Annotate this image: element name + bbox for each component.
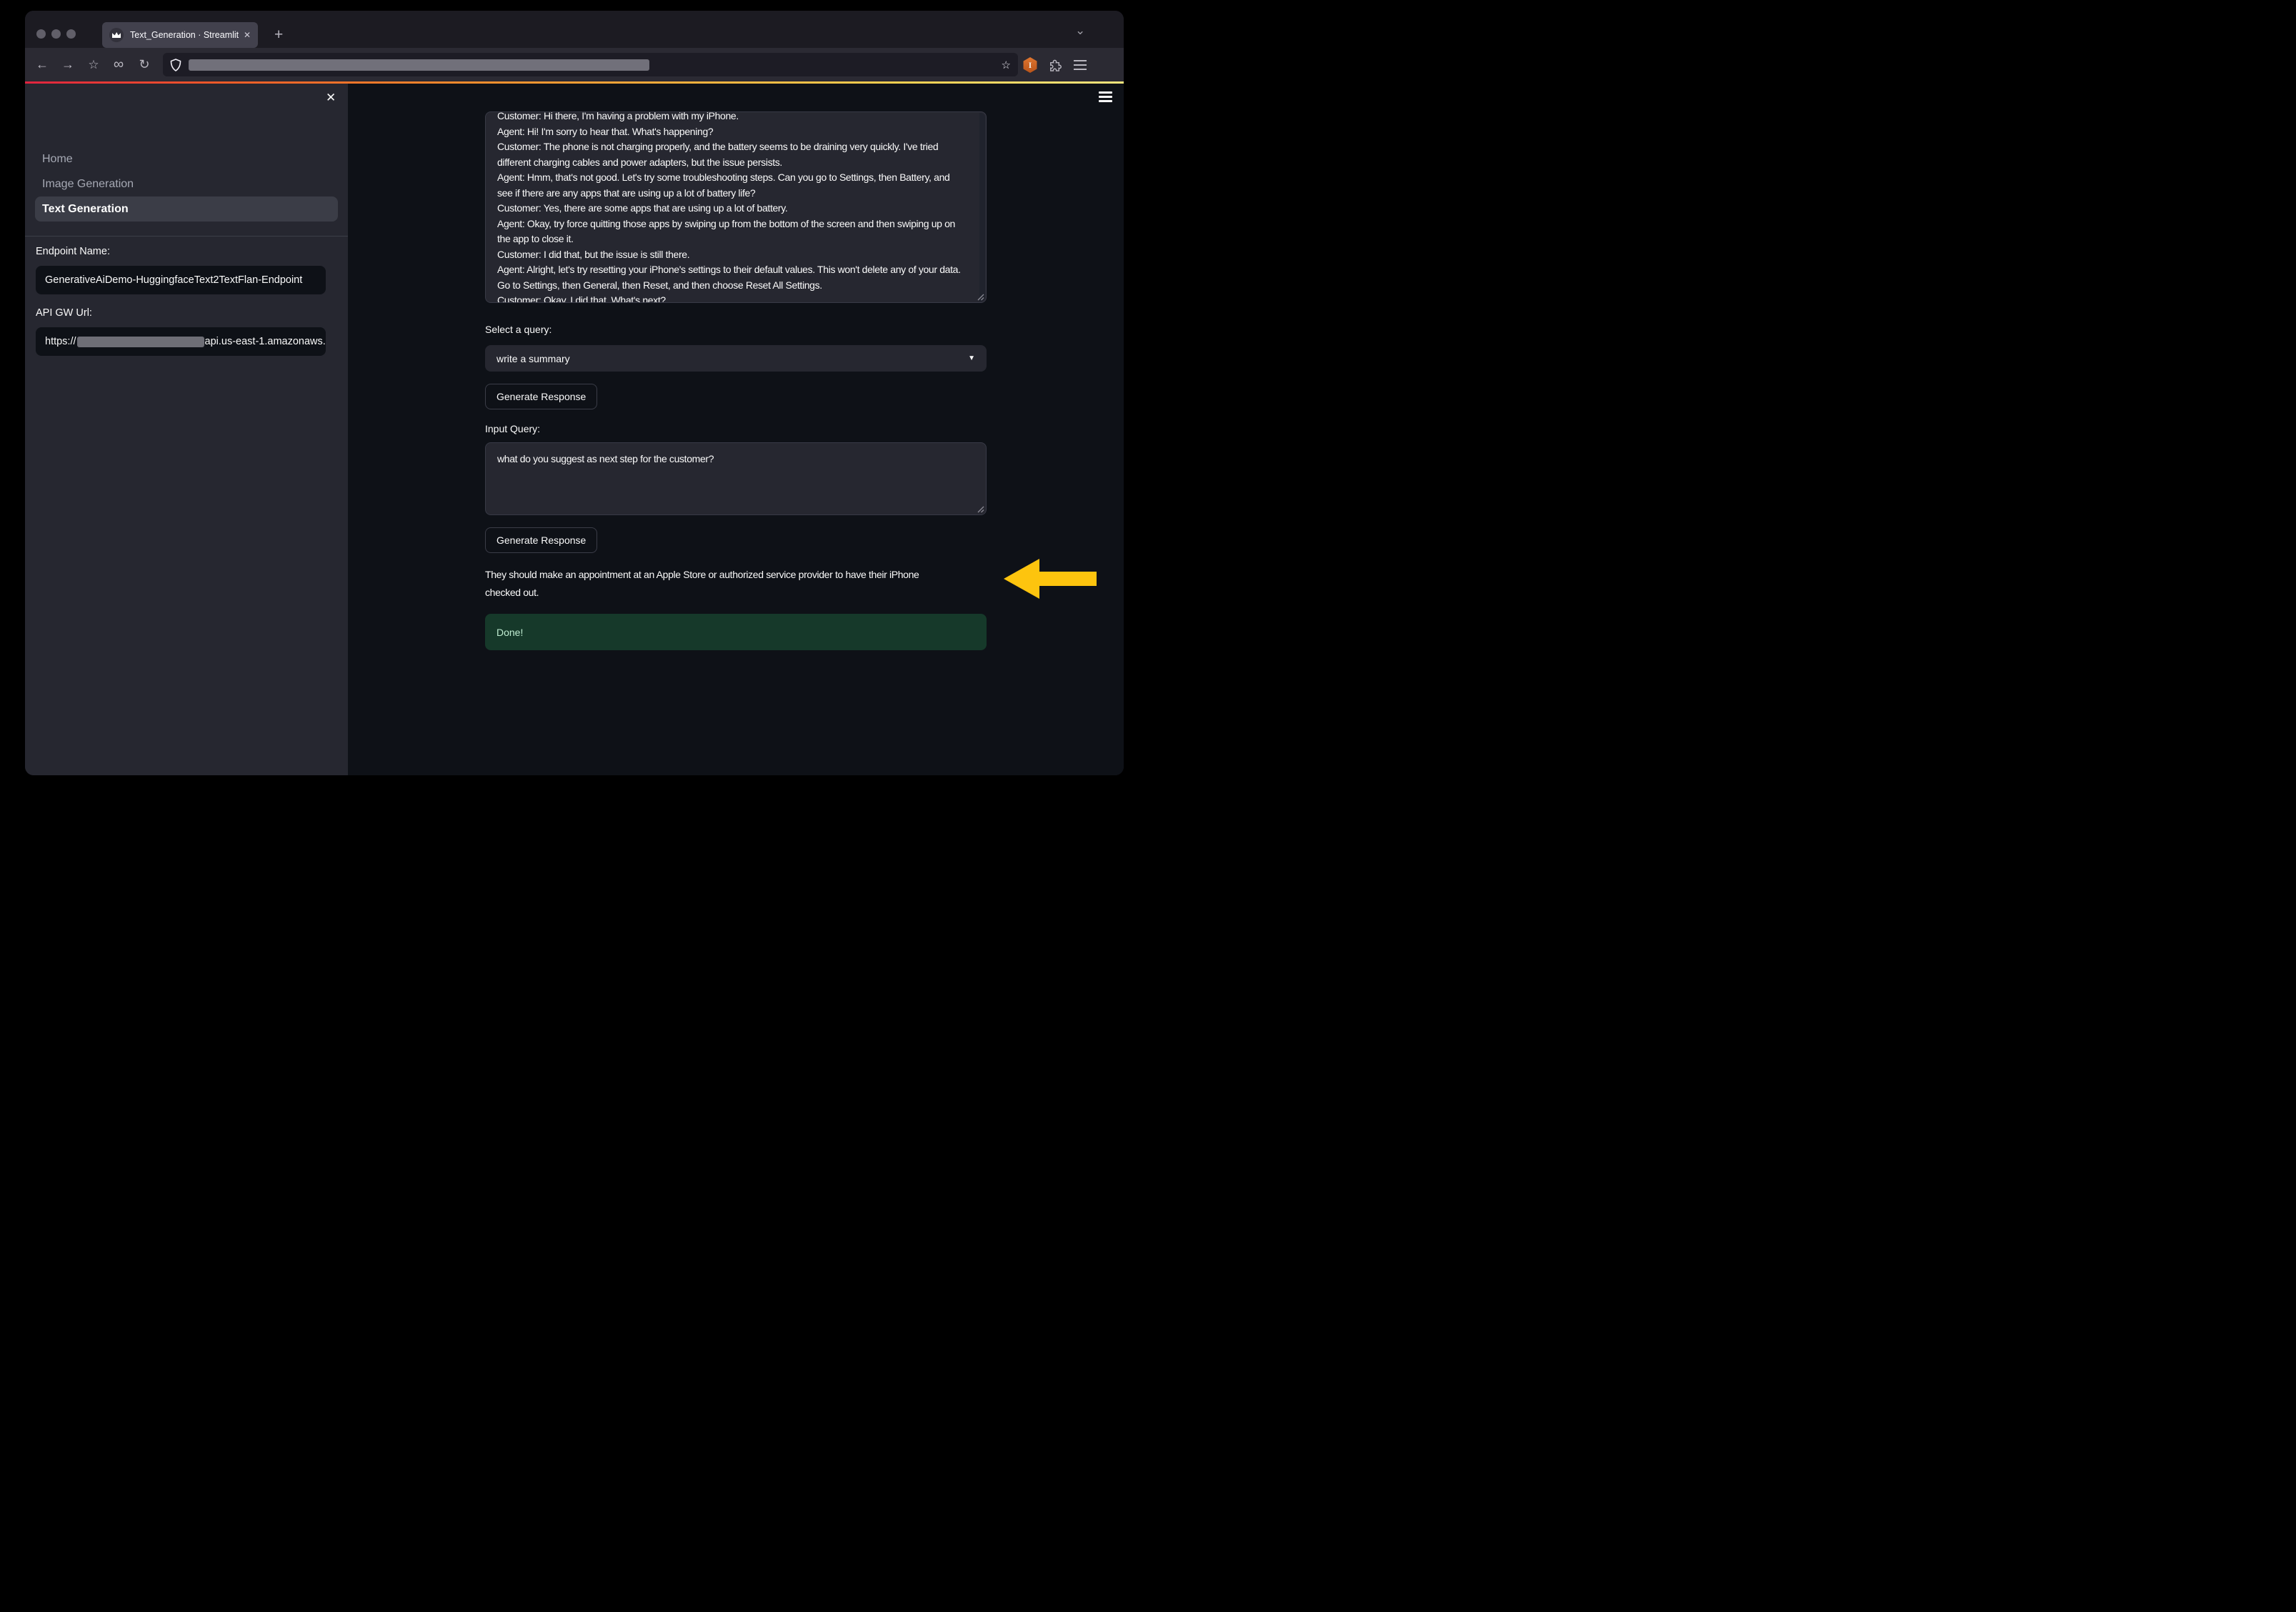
arrow-head xyxy=(1004,559,1039,599)
streamlit-favicon-icon xyxy=(109,28,124,42)
input-query-label: Input Query: xyxy=(485,423,540,434)
api-gw-url-input[interactable]: https:// api.us-east-1.amazonaws.com/p xyxy=(36,327,326,356)
browser-tab[interactable]: Text_Generation · Streamlit ✕ xyxy=(102,22,258,48)
tab-close-icon[interactable]: ✕ xyxy=(244,30,251,40)
api-gw-url-label: API GW Url: xyxy=(36,307,92,319)
chevron-down-icon: ▼ xyxy=(968,354,975,362)
main-content: Customer: Hi there, I'm having a problem… xyxy=(348,84,1124,775)
success-alert: Done! xyxy=(485,614,987,650)
new-tab-button[interactable]: + xyxy=(274,23,283,47)
star-badge-icon[interactable]: ☆ xyxy=(83,48,104,81)
api-gw-url-prefix: https:// xyxy=(45,336,76,347)
input-query-textarea[interactable]: what do you suggest as next step for the… xyxy=(485,442,987,515)
tab-list-chevron-icon[interactable]: ⌄ xyxy=(1075,24,1085,38)
sidebar-nav: Home Image Generation Text Generation xyxy=(35,146,338,222)
resize-grip-icon[interactable] xyxy=(977,505,984,513)
browser-toolbar: ← → ☆ ∞ ↻ ☆ I xyxy=(25,48,1124,81)
success-alert-text: Done! xyxy=(496,627,523,638)
extension-badge-letter: I xyxy=(1029,60,1032,71)
endpoint-name-value: GenerativeAiDemo-HuggingfaceText2TextFla… xyxy=(45,274,302,286)
url-bar[interactable]: ☆ xyxy=(163,53,1018,76)
input-query-value: what do you suggest as next step for the… xyxy=(497,453,986,464)
sidebar-item-image-generation[interactable]: Image Generation xyxy=(35,171,338,196)
browser-tab-bar: Text_Generation · Streamlit ✕ + ⌄ xyxy=(25,11,1124,48)
textarea-scrollbar[interactable] xyxy=(979,113,985,302)
reload-icon[interactable]: ↻ xyxy=(134,48,155,81)
extensions-puzzle-icon[interactable] xyxy=(1044,48,1065,81)
screen: Text_Generation · Streamlit ✕ + ⌄ ← → ☆ … xyxy=(0,0,1148,806)
browser-window: Text_Generation · Streamlit ✕ + ⌄ ← → ☆ … xyxy=(25,11,1124,775)
endpoint-name-label: Endpoint Name: xyxy=(36,246,110,257)
sidebar-divider xyxy=(25,236,348,237)
shield-icon[interactable] xyxy=(170,59,181,71)
streamlit-app: ✕ Home Image Generation Text Generation … xyxy=(25,84,1124,775)
generate-response-button-top[interactable]: Generate Response xyxy=(485,384,597,409)
infinity-extension-icon[interactable]: ∞ xyxy=(108,48,129,81)
generated-response-text: They should make an appointment at an Ap… xyxy=(485,566,957,602)
browser-menu-icon[interactable] xyxy=(1069,48,1091,81)
tab-title: Text_Generation · Streamlit xyxy=(130,30,239,40)
sidebar-item-home[interactable]: Home xyxy=(35,146,338,171)
sidebar: ✕ Home Image Generation Text Generation … xyxy=(25,84,348,775)
back-icon[interactable]: ← xyxy=(31,48,53,81)
conversation-textarea[interactable]: Customer: Hi there, I'm having a problem… xyxy=(485,111,987,303)
streamlit-menu-icon[interactable] xyxy=(1099,91,1112,104)
traffic-light-minimize[interactable] xyxy=(51,29,61,39)
sidebar-item-text-generation[interactable]: Text Generation xyxy=(35,196,338,222)
arrow-shaft xyxy=(1038,572,1097,586)
query-select-value: write a summary xyxy=(496,353,570,364)
annotation-arrow-icon xyxy=(1004,559,1097,599)
conversation-text: Customer: Hi there, I'm having a problem… xyxy=(497,111,986,303)
traffic-light-zoom[interactable] xyxy=(66,29,76,39)
traffic-light-close[interactable] xyxy=(36,29,46,39)
generate-response-button-bottom[interactable]: Generate Response xyxy=(485,527,597,553)
forward-icon[interactable]: → xyxy=(57,48,79,81)
bookmark-star-icon[interactable]: ☆ xyxy=(1002,59,1011,71)
sidebar-close-icon[interactable]: ✕ xyxy=(326,91,336,105)
redacted-url-text xyxy=(189,59,649,71)
crown-icon xyxy=(112,32,121,38)
extension-badge-icon[interactable]: I xyxy=(1022,57,1038,73)
query-select[interactable]: write a summary ▼ xyxy=(485,345,987,372)
api-gw-url-suffix: api.us-east-1.amazonaws.com/p xyxy=(205,336,326,347)
select-query-label: Select a query: xyxy=(485,324,551,335)
endpoint-name-input[interactable]: GenerativeAiDemo-HuggingfaceText2TextFla… xyxy=(36,266,326,294)
resize-grip-icon[interactable] xyxy=(977,293,984,301)
redacted-api-id xyxy=(77,337,204,347)
